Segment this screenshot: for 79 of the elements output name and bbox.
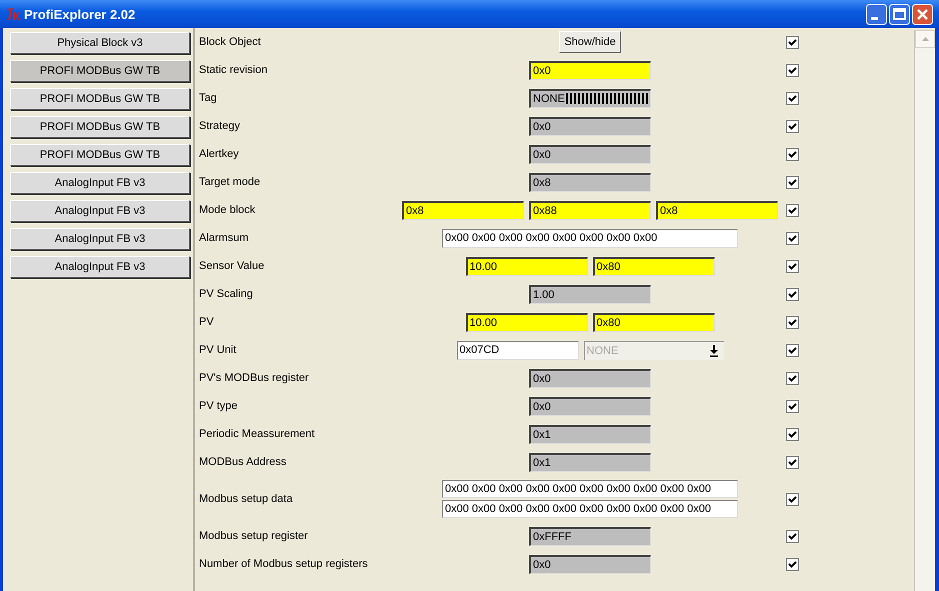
checkbox[interactable] (786, 204, 799, 216)
block-button[interactable]: PROFI MODBus GW TB (10, 60, 190, 82)
value-field: 0x0 (529, 368, 651, 388)
checkbox[interactable] (786, 232, 799, 244)
value-field[interactable]: 0x00 0x00 0x00 0x00 0x00 0x00 0x00 0x00 (442, 228, 738, 248)
parameter-label: Static revision (199, 64, 268, 76)
value-field: 0x0 (529, 396, 651, 416)
block-button[interactable]: AnalogInput FB v3 (10, 172, 190, 194)
parameter-label: PV (199, 316, 215, 328)
checkbox[interactable] (786, 260, 799, 272)
parameter-label: PV Unit (199, 344, 238, 356)
app-icon (5, 7, 21, 21)
value-field[interactable]: 0x80 (592, 312, 714, 332)
value-field[interactable]: 0x8 (656, 200, 778, 220)
parameter-label: Modbus setup register (199, 530, 309, 542)
block-button[interactable]: PROFI MODBus GW TB (10, 88, 190, 110)
checkbox[interactable] (786, 64, 799, 76)
value-field: 0x0 (529, 116, 651, 136)
parameter-label: Sensor Value (199, 260, 266, 272)
block-button[interactable]: AnalogInput FB v3 (10, 200, 190, 222)
maximize-button[interactable] (889, 4, 910, 24)
value-field: 0x1 (529, 452, 651, 472)
value-field[interactable]: 0x07CD (456, 340, 578, 360)
value-field[interactable]: 0x80 (592, 256, 714, 276)
checkbox[interactable] (786, 400, 799, 412)
up-arrow-icon (922, 37, 928, 41)
block-button[interactable]: PROFI MODBus GW TB (10, 116, 190, 138)
down-arrow-icon (708, 344, 718, 356)
value-field: 0x8 (529, 172, 651, 192)
parameter-label: Alarmsum (199, 232, 250, 244)
checkbox[interactable] (786, 316, 799, 328)
parameter-label: Number of Modbus setup registers (199, 558, 369, 570)
checkbox[interactable] (786, 36, 799, 48)
parameter-label: Alertkey (199, 148, 240, 160)
value-field[interactable]: 0x88 (529, 200, 651, 220)
value-field[interactable]: 0x8 (402, 200, 524, 220)
checkbox[interactable] (786, 372, 799, 384)
value-field: 1.00 (529, 284, 651, 304)
block-button[interactable]: PROFI MODBus GW TB (10, 144, 190, 166)
value-field[interactable]: 0x0 (529, 60, 651, 80)
parameter-label: Modbus setup data (199, 493, 294, 505)
checkbox[interactable] (786, 148, 799, 160)
value-field[interactable]: 10.00 (466, 312, 588, 332)
parameter-label: Block Object (199, 36, 262, 48)
parameter-label: MODBus Address (199, 456, 288, 468)
value-field[interactable]: 0x00 0x00 0x00 0x00 0x00 0x00 0x00 0x00 0x00 0x00 (442, 480, 738, 498)
value-field: 0x1 (529, 424, 651, 444)
checkbox[interactable] (786, 176, 799, 188)
parameter-label: Target mode (199, 176, 262, 188)
checkbox[interactable] (786, 492, 799, 506)
parameter-label: PV type (199, 400, 239, 412)
parameter-label: Mode block (199, 204, 256, 216)
checkbox[interactable] (786, 288, 799, 300)
parameter-label: Tag (199, 92, 218, 104)
parameter-label: PV Scaling (199, 288, 254, 300)
parameter-label: Strategy (199, 120, 241, 132)
value-field: 0x0 (529, 144, 651, 164)
checkbox[interactable] (786, 92, 799, 104)
value-field: 0x0 (529, 554, 651, 574)
parameter-label: Periodic Meassurement (199, 428, 316, 440)
block-button[interactable]: AnalogInput FB v3 (10, 228, 190, 250)
value-field[interactable]: 10.00 (466, 256, 588, 276)
value-field[interactable]: 0x00 0x00 0x00 0x00 0x00 0x00 0x00 0x00 0x00 0x00 (442, 500, 738, 518)
value-field: 0xFFFF (529, 526, 651, 546)
parameter-label: PV's MODBus register (199, 372, 310, 384)
close-button[interactable] (912, 4, 933, 24)
checkbox[interactable] (786, 456, 799, 468)
window-title: ProfiExplorer 2.02 (24, 6, 136, 22)
minimize-button[interactable] (866, 4, 887, 24)
show-hide-button[interactable]: Show/hide (559, 31, 621, 53)
checkbox[interactable] (786, 344, 799, 356)
block-button[interactable]: Physical Block v3 (10, 32, 190, 54)
checkbox[interactable] (786, 428, 799, 440)
checkbox[interactable] (786, 530, 799, 542)
block-button[interactable]: AnalogInput FB v3 (10, 256, 190, 278)
value-field: NONE (529, 88, 651, 108)
checkbox[interactable] (786, 558, 799, 570)
checkbox[interactable] (786, 120, 799, 132)
scrollbar[interactable] (914, 30, 935, 591)
